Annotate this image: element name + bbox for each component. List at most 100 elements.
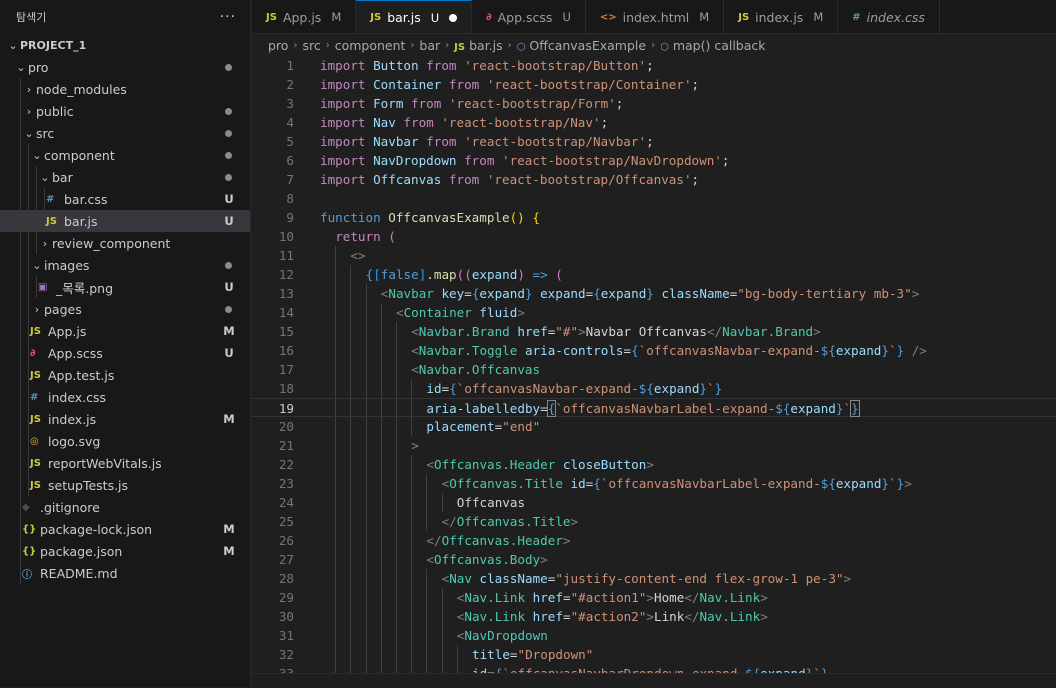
tree-folder-item[interactable]: ⌄ bar	[0, 166, 250, 188]
tree-file-item[interactable]: ∂ App.scss U	[0, 342, 250, 364]
code-token: Nav.Link	[464, 590, 526, 605]
code-line[interactable]: 30 <Nav.Link href="#action2">Link</Nav.Li…	[252, 607, 1056, 626]
code-token: }	[699, 381, 707, 396]
breadcrumb-item[interactable]: component	[335, 38, 406, 53]
code-text: import Nav from 'react-bootstrap/Nav';	[320, 113, 608, 132]
unsaved-dot-icon[interactable]	[449, 13, 458, 22]
tree-file-item[interactable]: JS App.test.js	[0, 364, 250, 386]
modified-dot-icon	[225, 107, 232, 115]
tree-folder-item[interactable]: ⌄ src	[0, 122, 250, 144]
code-token: Navbar.Offcanvas	[418, 362, 541, 377]
file-type-icon: JS	[370, 12, 382, 23]
code-line[interactable]: 24 Offcanvas	[252, 493, 1056, 512]
more-actions-icon[interactable]: ···	[220, 9, 236, 25]
code-line[interactable]: 29 <Nav.Link href="#action1">Home</Nav.Li…	[252, 588, 1056, 607]
file-type-icon: #	[852, 11, 861, 23]
breadcrumb-label: map() callback	[672, 37, 766, 53]
code-line[interactable]: 5 import Navbar from 'react-bootstrap/Nav…	[252, 132, 1056, 151]
code-line[interactable]: 33 id={`offcanvasNavbarDropdown-expand-${…	[252, 664, 1056, 673]
code-line[interactable]: 11 <>	[252, 246, 1056, 265]
code-line[interactable]: 8	[252, 189, 1056, 208]
code-line[interactable]: 22 <Offcanvas.Header closeButton>	[252, 455, 1056, 474]
tree-file-item[interactable]: JS setupTests.js	[0, 474, 250, 496]
code-line[interactable]: 17 <Navbar.Offcanvas	[252, 360, 1056, 379]
breadcrumb-item[interactable]: JS bar.js	[454, 38, 502, 53]
tree-file-item[interactable]: JS reportWebVitals.js	[0, 452, 250, 474]
modified-dot-icon	[225, 63, 232, 71]
code-line[interactable]: 23 <Offcanvas.Title id={`offcanvasNavbarL…	[252, 474, 1056, 493]
code-line[interactable]: 16 <Navbar.Toggle aria-controls={`offcanv…	[252, 341, 1056, 360]
code-token: import	[320, 96, 374, 111]
tree-file-item[interactable]: # bar.css U	[0, 188, 250, 210]
code-line[interactable]: 2 import Container from 'react-bootstrap/…	[252, 75, 1056, 94]
code-line[interactable]: 26 </Offcanvas.Header>	[252, 531, 1056, 550]
code-line[interactable]: 12 {[false].map((expand) => (	[252, 265, 1056, 284]
breadcrumb-item[interactable]: bar	[419, 38, 440, 53]
code-line[interactable]: 6 import NavDropdown from 'react-bootstra…	[252, 151, 1056, 170]
code-text: <Container fluid>	[396, 303, 525, 322]
tab-label: index.js	[755, 9, 804, 25]
tree-file-item[interactable]: ◆ .gitignore	[0, 496, 250, 518]
code-line[interactable]: 27 <Offcanvas.Body>	[252, 550, 1056, 569]
code-text: Offcanvas	[457, 493, 525, 512]
tree-file-item[interactable]: JS App.js M	[0, 320, 250, 342]
code-token: ${	[745, 666, 760, 673]
modified-dot-icon	[225, 129, 232, 137]
code-token: false	[380, 267, 419, 282]
tree-file-item[interactable]: ▣ _목록.png U	[0, 276, 250, 298]
tree-folder-item[interactable]: ⌄ PROJECT_1	[0, 34, 250, 56]
chevron-down-icon: ⌄	[8, 38, 18, 52]
code-line[interactable]: 20 placement="end"	[252, 417, 1056, 436]
code-line[interactable]: 3 import Form from 'react-bootstrap/Form'…	[252, 94, 1056, 113]
code-line[interactable]: 1 import Button from 'react-bootstrap/But…	[252, 56, 1056, 75]
tree-folder-item[interactable]: › node_modules	[0, 78, 250, 100]
tree-folder-item[interactable]: ⌄ images	[0, 254, 250, 276]
file-type-icon: JS	[30, 457, 41, 469]
code-token: ;	[646, 134, 654, 149]
editor-tab[interactable]: JS App.js M	[252, 0, 357, 33]
tree-folder-item[interactable]: › public	[0, 100, 250, 122]
code-line[interactable]: 15 <Navbar.Brand href="#">Navbar Offcanva…	[252, 322, 1056, 341]
tree-file-item[interactable]: JS index.js M	[0, 408, 250, 430]
code-line[interactable]: 4 import Nav from 'react-bootstrap/Nav';	[252, 113, 1056, 132]
tree-folder-item[interactable]: › pages	[0, 298, 250, 320]
explorer-title: 탐색기	[16, 11, 47, 24]
tree-file-item[interactable]: ⓘ README.md	[0, 562, 250, 584]
code-line[interactable]: 10 return (	[252, 227, 1056, 246]
editor-tab[interactable]: JS index.js M	[724, 0, 839, 33]
editor-tab[interactable]: JS bar.js U	[356, 0, 473, 33]
horizontal-scrollbar[interactable]	[252, 673, 1056, 688]
code-line[interactable]: 28 <Nav className="justify-content-end fl…	[252, 569, 1056, 588]
code-line[interactable]: 32 title="Dropdown"	[252, 645, 1056, 664]
code-line[interactable]: 25 </Offcanvas.Title>	[252, 512, 1056, 531]
editor-tab[interactable]: # index.css	[838, 0, 940, 33]
code-line[interactable]: 9 function OffcanvasExample() {	[252, 208, 1056, 227]
code-line[interactable]: 13 <Navbar key={expand} expand={expand} c…	[252, 284, 1056, 303]
tree-folder-item[interactable]: ⌄ component	[0, 144, 250, 166]
breadcrumb-item[interactable]: src	[302, 38, 320, 53]
code-token: function	[320, 210, 389, 225]
code-line[interactable]: 18 id={`offcanvasNavbar-expand-${expand}`…	[252, 379, 1056, 398]
tree-file-item[interactable]: # index.css	[0, 386, 250, 408]
code-editor[interactable]: 1 import Button from 'react-bootstrap/But…	[252, 56, 1056, 673]
tree-folder-item[interactable]: › review_component	[0, 232, 250, 254]
code-token: }	[646, 286, 654, 301]
breadcrumb-item[interactable]: pro	[268, 38, 288, 53]
editor-tab[interactable]: ∂ App.scss U	[472, 0, 586, 33]
tree-folder-item[interactable]: ⌄ pro	[0, 56, 250, 78]
code-line[interactable]: 14 <Container fluid>	[252, 303, 1056, 322]
breadcrumb-item[interactable]: ⬡ map() callback	[660, 38, 765, 53]
editor-tab[interactable]: <> index.html M	[586, 0, 725, 33]
code-token: <	[411, 324, 419, 339]
code-text: title="Dropdown"	[472, 645, 593, 664]
code-line[interactable]: 7 import Offcanvas from 'react-bootstrap/…	[252, 170, 1056, 189]
tree-file-item[interactable]: JS bar.js U	[0, 210, 250, 232]
breadcrumb: pro › src › component › bar › JS bar.js › ⬡ Offcanva…	[252, 34, 1056, 56]
tree-file-item[interactable]: {} package.json M	[0, 540, 250, 562]
code-line[interactable]: 31 <NavDropdown	[252, 626, 1056, 645]
code-line[interactable]: 19 aria-labelledby={`offcanvasNavbarLabel…	[252, 398, 1056, 417]
code-line[interactable]: 21 >	[252, 436, 1056, 455]
tree-file-item[interactable]: {} package-lock.json M	[0, 518, 250, 540]
breadcrumb-item[interactable]: ⬡ OffcanvasExample	[517, 38, 646, 53]
tree-file-item[interactable]: ◎ logo.svg	[0, 430, 250, 452]
